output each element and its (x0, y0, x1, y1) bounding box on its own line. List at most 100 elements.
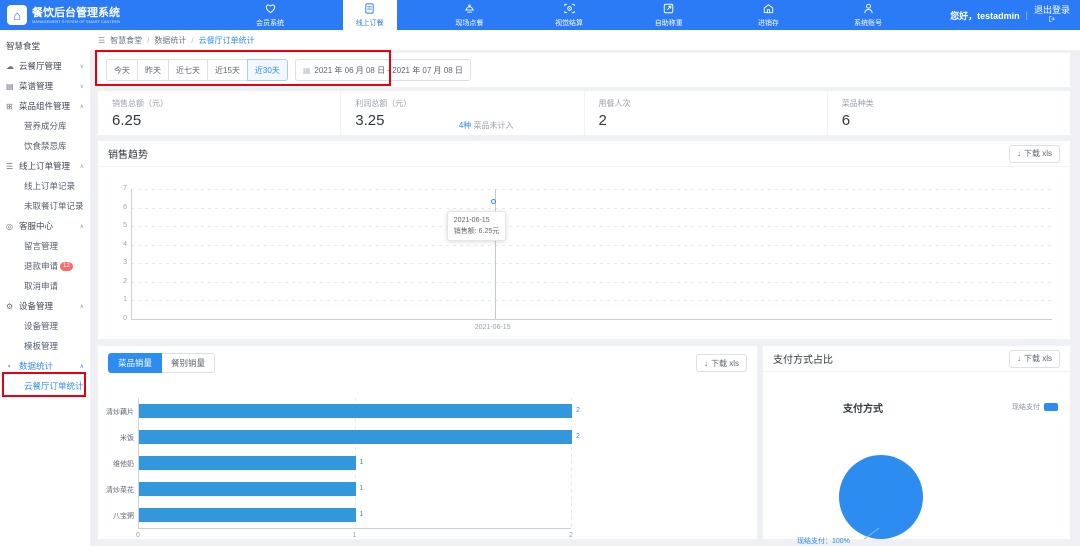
sidebar-item-营养成分库[interactable]: 营养成分库 (0, 116, 90, 136)
main-content: ☰ 智慧食堂/数据统计/云餐厅订单统计 今天昨天近七天近15天近30天 ▦ 20… (90, 30, 1080, 546)
menu-grid-icon: ☰ (98, 36, 105, 45)
breadcrumb-items: 智慧食堂/数据统计/云餐厅订单统计 (110, 35, 254, 46)
sidebar-item-数据统计[interactable]: ◔数据统计∧ (0, 356, 90, 376)
download-trend-xls-button[interactable]: ↓ 下载 xls (1009, 145, 1060, 163)
sidebar-item-取消申请[interactable]: 取消申请 (0, 276, 90, 296)
y-axis-tick: 2 (105, 278, 127, 285)
date-range-picker[interactable]: ▦ 2021 年 06 月 08 日 - 2021 年 07 月 08 日 (295, 59, 471, 81)
bar-value-label: 2 (576, 407, 580, 414)
bar-清炒藕片[interactable] (139, 404, 572, 418)
sidebar-item-label: 线上订单记录 (24, 180, 75, 192)
bar-维他奶[interactable] (139, 456, 356, 470)
user-greeting: 您好，testadmin (950, 9, 1020, 22)
nav-item-自助称重[interactable]: 自助称重 (642, 0, 696, 30)
bar-米饭[interactable] (139, 430, 572, 444)
sidebar-item-智慧食堂[interactable]: 智慧食堂 (0, 36, 90, 56)
sidebar-item-label: 线上订单管理 (19, 160, 70, 172)
x-axis-line (131, 319, 1052, 320)
sidebar-item-线上订单记录[interactable]: 线上订单记录 (0, 176, 90, 196)
y-axis-tick: 1 (105, 296, 127, 303)
bar-value-label: 1 (360, 459, 364, 466)
y-axis-tick: 4 (105, 241, 127, 248)
date-range-value: 2021 年 06 月 08 日 - 2021 年 07 月 08 日 (314, 65, 463, 76)
sidebar-item-菜品组件管理[interactable]: ⊞菜品组件管理∧ (0, 96, 90, 116)
axis-pointer-line (495, 189, 496, 319)
pie-slice[interactable] (839, 455, 923, 539)
nav-item-label: 系统账号 (854, 18, 882, 28)
data-point-marker[interactable] (491, 199, 496, 204)
breadcrumb-item[interactable]: 数据统计 (154, 35, 186, 46)
nav-item-label: 会员系统 (256, 18, 284, 28)
download-sales-xls-button[interactable]: ↓ 下载 xls (696, 354, 747, 372)
logout-icon (1048, 15, 1056, 25)
stat-value: 2 (599, 112, 827, 129)
orders-icon: ☰ (6, 162, 17, 171)
user-icon (862, 2, 875, 17)
bar-category-label: 清炒藕片 (100, 407, 134, 417)
download-label: 下载 xls (1024, 353, 1052, 364)
stat-label: 菜品种类 (842, 98, 1070, 109)
sidebar-item-label: 取消申请 (24, 280, 58, 292)
components-icon: ⊞ (6, 102, 17, 111)
tab-菜品销量[interactable]: 菜品销量 (108, 353, 162, 373)
sidebar-item-设备管理[interactable]: 设备管理 (0, 316, 90, 336)
logout-button[interactable]: 退出登录 (1034, 5, 1070, 25)
top-header: ⌂ 餐饮后台管理系统 MANAGEMENT SYSTEM OF SMART CA… (0, 0, 1080, 30)
filter-button-近七天[interactable]: 近七天 (168, 59, 208, 81)
dish-sales-panel: 菜品销量餐别销量 ↓ 下载 xls 012清炒藕片2米饭2维他奶1清炒菜花1八宝… (97, 345, 758, 540)
y-axis-line (131, 189, 132, 319)
bar-清炒菜花[interactable] (139, 482, 356, 496)
service-icon: ◎ (6, 222, 17, 231)
tab-餐别销量[interactable]: 餐别销量 (161, 353, 215, 373)
gridline (131, 300, 1052, 301)
sidebar-item-模板管理[interactable]: 模板管理 (0, 336, 90, 356)
sidebar-item-线上订单管理[interactable]: ☰线上订单管理 ∧ (0, 156, 90, 176)
chevron-up-icon: ∧ (80, 163, 84, 170)
chevron-down-icon: ∨ (80, 83, 84, 90)
breadcrumb-item[interactable]: 智慧食堂 (110, 35, 142, 46)
breadcrumb-item[interactable]: 云餐厅订单统计 (199, 35, 255, 46)
scan-icon (563, 2, 576, 17)
stats-summary: 销售总额（元）6.25利润总额（元）3.254种 菜品未计入用餐人次2菜品种类6 (97, 90, 1071, 136)
stat-value: 6.25 (112, 112, 340, 129)
stat-card-菜品种类: 菜品种类6 (828, 91, 1070, 135)
nav-item-系统账号[interactable]: 系统账号 (841, 0, 895, 30)
filter-button-近15天[interactable]: 近15天 (207, 59, 248, 81)
filter-button-今天[interactable]: 今天 (106, 59, 138, 81)
filter-button-昨天[interactable]: 昨天 (137, 59, 169, 81)
nav-item-视觉结算[interactable]: 视觉结算 (542, 0, 596, 30)
bar-value-label: 1 (360, 485, 364, 492)
sidebar-item-label: 智慧食堂 (6, 40, 40, 52)
pie-legend-item[interactable]: 现结支付 (1012, 402, 1058, 412)
gridline (131, 189, 1052, 190)
y-axis-tick: 7 (105, 185, 127, 192)
pie-chart-title: 支付方式 (763, 400, 963, 415)
sidebar-item-设备管理[interactable]: ⚙设备管理∧ (0, 296, 90, 316)
sidebar-item-客服中心[interactable]: ◎客服中心∧ (0, 216, 90, 236)
x-axis-tick: 2 (569, 532, 573, 539)
sidebar-item-菜谱管理[interactable]: ▤菜谱管理∨ (0, 76, 90, 96)
filter-button-近30天[interactable]: 近30天 (247, 59, 288, 81)
sidebar-item-留言管理[interactable]: 留言管理 (0, 236, 90, 256)
nav-item-线上订餐[interactable]: 线上订餐 (343, 0, 397, 30)
tooltip-value: 销售额: 6.25元 (454, 226, 500, 237)
nav-item-进销存[interactable]: 进销存 (741, 0, 795, 30)
nav-item-label: 视觉结算 (555, 18, 583, 28)
sidebar-item-退款申请[interactable]: 退款申请12 (0, 256, 90, 276)
nav-item-会员系统[interactable]: 会员系统 (243, 0, 297, 30)
nav-item-现场点餐[interactable]: 现场点餐 (442, 0, 496, 30)
nav-item-label: 进销存 (758, 18, 779, 28)
download-payment-xls-button[interactable]: ↓ 下载 xls (1009, 350, 1060, 368)
breadcrumb-separator: / (191, 36, 193, 45)
chevron-up-icon: ∧ (80, 363, 84, 370)
bar-八宝粥[interactable] (139, 508, 356, 522)
dish-sales-header: 菜品销量餐别销量 ↓ 下载 xls (98, 346, 757, 380)
dish-sales-bar-chart: 012清炒藕片2米饭2维他奶1清炒菜花1八宝粥1 (98, 380, 757, 539)
sidebar-item-云餐厅管理[interactable]: ☁云餐厅管理∨ (0, 56, 90, 76)
sidebar-item-云餐厅订单统计[interactable]: 云餐厅订单统计 (0, 376, 90, 396)
x-axis-tick: 2021-06-15 (475, 324, 511, 331)
sidebar-item-未取餐订单记录[interactable]: 未取餐订单记录 (0, 196, 90, 216)
download-icon: ↓ (1017, 354, 1021, 363)
download-label: 下载 xls (711, 358, 739, 369)
sidebar-item-饮食禁忌库[interactable]: 饮食禁忌库 (0, 136, 90, 156)
